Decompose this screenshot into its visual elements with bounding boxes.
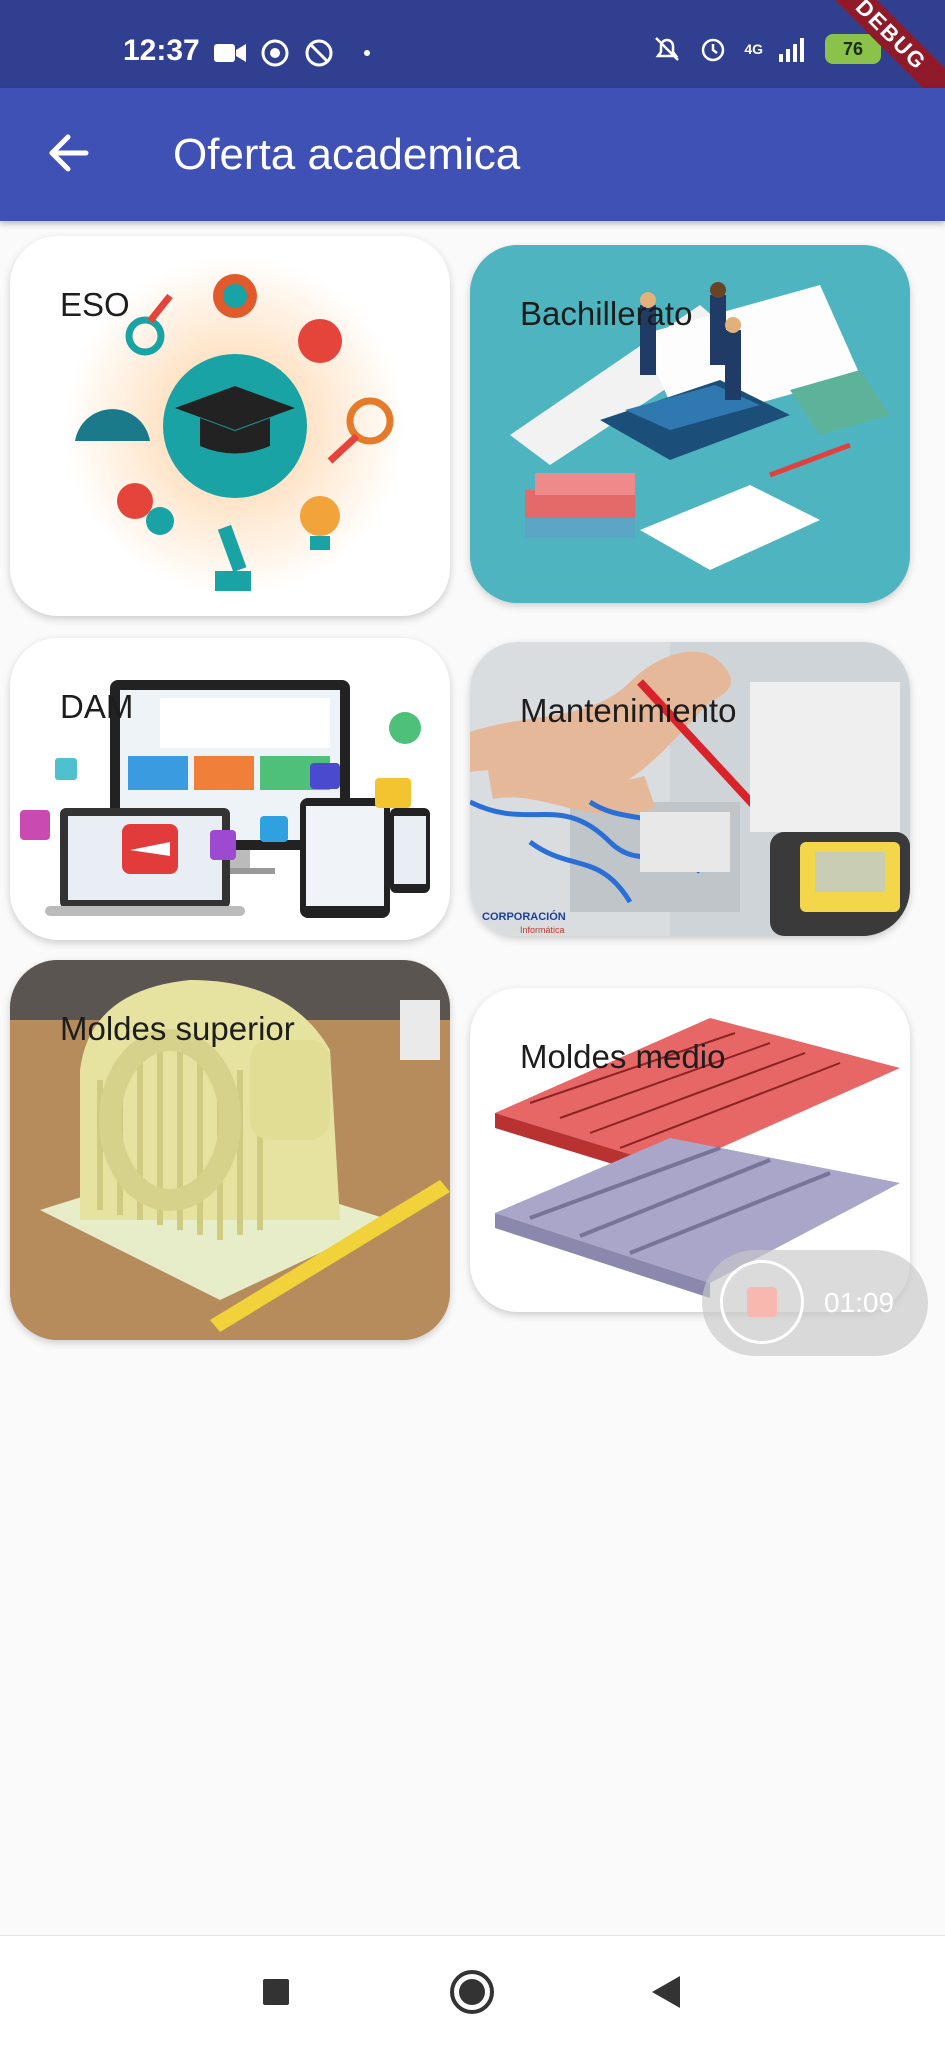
screen-recorder-widget[interactable]: 01:09	[702, 1250, 928, 1356]
alarm-icon	[702, 38, 725, 62]
whatsapp-icon	[261, 39, 289, 67]
course-card-dam[interactable]: DAM	[10, 638, 450, 940]
recent-apps-icon[interactable]	[248, 1964, 304, 2020]
system-nav-bar	[0, 1935, 945, 2049]
stop-recording-icon[interactable]	[747, 1287, 777, 1317]
electrical-panel-photo: CORPORACIÓN Informática	[470, 642, 910, 936]
card-label: Bachillerato	[520, 295, 693, 332]
course-card-eso[interactable]: ESO	[10, 236, 450, 616]
at-sign-icon	[305, 39, 333, 67]
dot-icon	[364, 50, 370, 56]
bell-off-icon	[655, 37, 680, 61]
signal-icon	[779, 38, 804, 62]
course-card-moldes-superior[interactable]: Moldes superior	[10, 960, 450, 1340]
recording-time: 01:09	[824, 1287, 895, 1318]
status-bar: 12:37 4G 76 DEBUG	[0, 0, 945, 117]
svg-text:CORPORACIÓN: CORPORACIÓN	[482, 910, 566, 923]
card-label: Moldes superior	[60, 1010, 295, 1047]
arrow-left-icon[interactable]	[44, 128, 94, 178]
network-type: 4G	[744, 41, 763, 57]
video-camera-icon	[214, 44, 246, 62]
course-card-bachillerato[interactable]: Bachillerato	[470, 245, 910, 603]
back-icon[interactable]	[640, 1964, 696, 2020]
notification-icons	[214, 38, 370, 68]
status-time: 12:37	[123, 34, 200, 67]
course-card-mantenimiento[interactable]: CORPORACIÓN Informática Mantenimiento	[470, 642, 910, 936]
card-label: DAM	[60, 688, 134, 725]
card-label: ESO	[60, 286, 130, 323]
svg-text:Informática: Informática	[520, 925, 565, 935]
page-title: Oferta academica	[173, 130, 521, 179]
app-bar: Oferta academica	[0, 88, 945, 221]
battery-level: 76	[842, 38, 864, 59]
multi-device-web-illustration	[20, 680, 430, 918]
system-icons: 4G 76	[652, 34, 881, 64]
card-label: Moldes medio	[520, 1038, 726, 1075]
home-icon[interactable]	[444, 1964, 500, 2020]
card-label: Mantenimiento	[520, 692, 737, 729]
